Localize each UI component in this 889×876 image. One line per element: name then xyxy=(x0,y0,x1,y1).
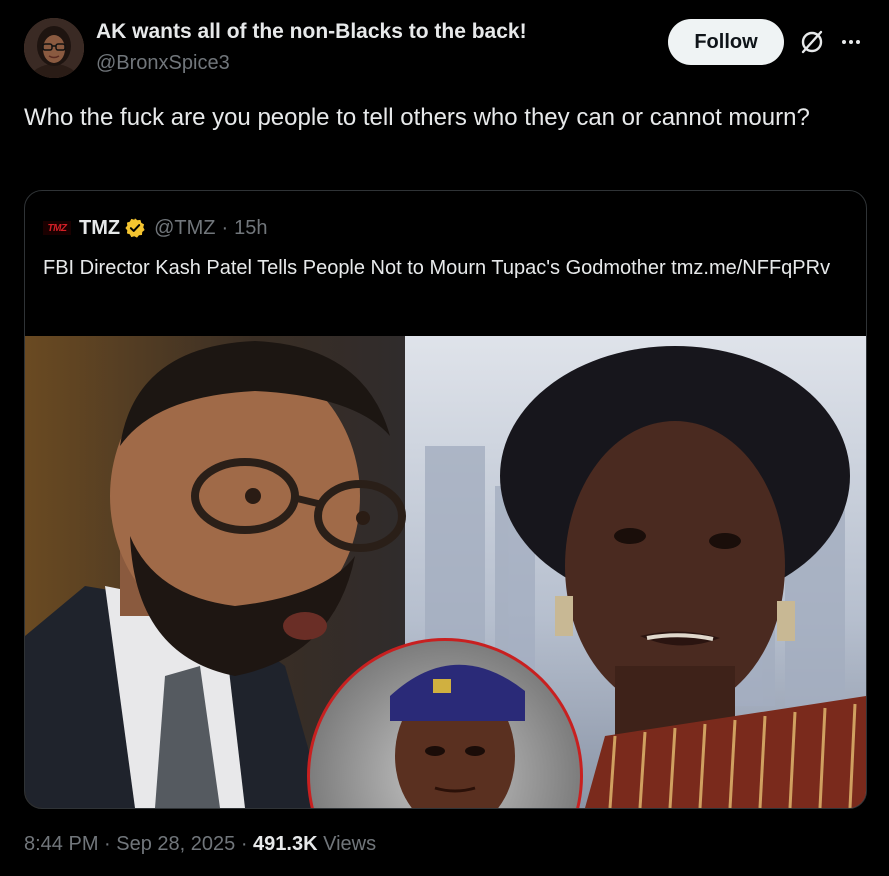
author-handle[interactable]: @BronxSpice3 xyxy=(96,52,230,75)
quoted-tweet-age[interactable]: 15h xyxy=(234,217,267,240)
meta-separator: · xyxy=(240,833,254,855)
meta-separator: · xyxy=(221,216,229,239)
more-icon[interactable] xyxy=(838,28,864,56)
author-display-name[interactable]: AK wants all of the non-Blacks to the ba… xyxy=(96,20,527,44)
grok-icon[interactable] xyxy=(798,28,826,56)
quoted-author-handle[interactable]: @TMZ xyxy=(154,217,215,240)
quoted-tweet-card[interactable]: TMZ TMZ @TMZ · 15h FBI Director Kash Pat… xyxy=(24,190,867,809)
tweet-time[interactable]: 8:44 PM xyxy=(24,833,98,855)
tweet-date[interactable]: Sep 28, 2025 xyxy=(116,833,235,855)
quoted-author-name[interactable]: TMZ xyxy=(79,217,120,240)
verified-gold-icon xyxy=(125,218,145,238)
meta-separator: · xyxy=(104,833,117,855)
tweet-footer: 8:44 PM · Sep 28, 2025 · 491.3K Views xyxy=(24,833,376,856)
quoted-tweet-text: FBI Director Kash Patel Tells People Not… xyxy=(43,257,831,279)
tweet: AK wants all of the non-Blacks to the ba… xyxy=(0,0,889,876)
avatar[interactable] xyxy=(24,18,84,78)
quoted-tweet-image[interactable] xyxy=(25,336,866,808)
quoted-tweet-header: TMZ TMZ @TMZ · 15h xyxy=(43,215,268,241)
follow-button[interactable]: Follow xyxy=(668,19,784,65)
views-label: Views xyxy=(323,833,377,855)
views-count[interactable]: 491.3K xyxy=(253,833,318,855)
tweet-text: Who the fuck are you people to tell othe… xyxy=(24,104,810,131)
tmz-avatar[interactable]: TMZ xyxy=(43,221,71,235)
